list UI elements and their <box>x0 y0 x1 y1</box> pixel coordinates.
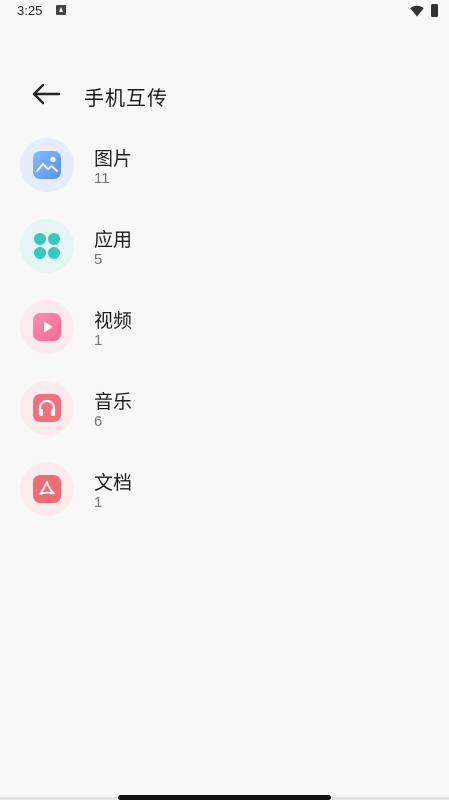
back-button[interactable] <box>28 78 64 110</box>
header: 手机互传 <box>0 70 449 118</box>
item-count: 1 <box>94 332 103 349</box>
notification-icon <box>56 5 66 15</box>
play-icon <box>33 313 61 341</box>
image-icon <box>33 151 61 179</box>
arrow-left-icon <box>32 83 61 105</box>
pdf-icon <box>33 475 61 503</box>
icon-badge <box>20 219 74 273</box>
status-time: 3:25 <box>17 3 43 18</box>
item-count: 5 <box>94 251 103 268</box>
status-bar: 3:25 <box>0 0 449 24</box>
item-label: 音乐 <box>94 391 133 413</box>
item-count: 6 <box>94 413 103 430</box>
screen: 3:25 手机互传 图片 11 应用 5 视频 1 音乐 6 文档 1 <box>0 0 449 800</box>
item-label: 文档 <box>94 472 133 494</box>
item-count: 1 <box>94 494 103 511</box>
item-label: 图片 <box>94 148 133 170</box>
item-label: 视频 <box>94 310 133 332</box>
icon-badge <box>20 138 74 192</box>
icon-badge <box>20 462 74 516</box>
headphones-icon <box>33 394 61 422</box>
category-item-documents[interactable]: 文档 1 <box>0 459 449 535</box>
icon-badge <box>20 300 74 354</box>
battery-icon <box>431 4 438 17</box>
wifi-icon <box>410 5 424 17</box>
category-item-images[interactable]: 图片 11 <box>0 135 449 211</box>
gesture-bar[interactable] <box>0 795 449 800</box>
apps-icon <box>34 233 60 259</box>
category-item-apps[interactable]: 应用 5 <box>0 216 449 292</box>
category-item-videos[interactable]: 视频 1 <box>0 297 449 373</box>
item-count: 11 <box>94 170 110 187</box>
category-item-music[interactable]: 音乐 6 <box>0 378 449 454</box>
item-label: 应用 <box>94 229 133 251</box>
page-title: 手机互传 <box>84 86 168 110</box>
icon-badge <box>20 381 74 435</box>
